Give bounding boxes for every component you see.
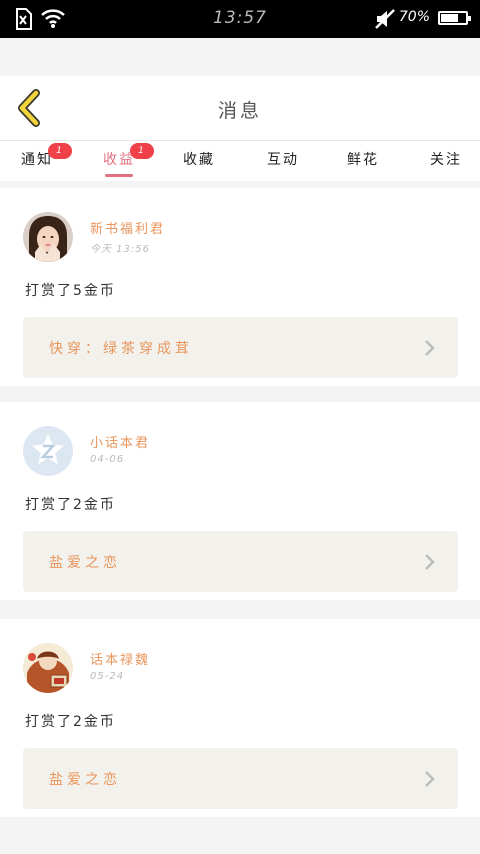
book-link[interactable]: 盐爱之恋 [23, 531, 458, 592]
active-tab-indicator [105, 174, 133, 177]
book-link[interactable]: 盐爱之恋 [23, 748, 458, 809]
message-card: 话本禄魏 05-24 打赏了2金币 盐爱之恋 [0, 619, 480, 817]
tab-interactions[interactable]: 互动 [267, 149, 299, 169]
book-link[interactable]: 快穿：绿茶穿成茸 [23, 317, 458, 378]
book-title: 盐爱之恋 [49, 772, 121, 788]
message-text: 打赏了2金币 [25, 497, 116, 513]
top-spacer [0, 38, 480, 76]
message-card: 新书福利君 今天 13:56 打赏了5金币 快穿：绿茶穿成茸 [0, 188, 480, 386]
message-time: 05-24 [90, 671, 125, 682]
tab-follows[interactable]: 关注 [430, 149, 462, 169]
tab-label: 收藏 [183, 152, 215, 168]
message-time: 今天 13:56 [90, 244, 150, 255]
sender-name[interactable]: 小话本君 [90, 432, 150, 451]
chevron-right-icon [424, 770, 436, 792]
battery-icon [438, 11, 471, 25]
tab-label: 鲜花 [347, 152, 379, 168]
tab-label: 互动 [267, 152, 299, 168]
battery-fill [441, 14, 458, 22]
message-time: 04-06 [90, 454, 125, 465]
message-text: 打赏了5金币 [25, 283, 116, 299]
tab-label: 关注 [430, 152, 462, 168]
chevron-right-icon [424, 553, 436, 575]
battery-percent: 70% [398, 9, 430, 25]
message-card: 小话本君 04-06 打赏了2金币 盐爱之恋 [0, 402, 480, 600]
book-title: 盐爱之恋 [49, 555, 121, 571]
tab-flowers[interactable]: 鲜花 [347, 149, 379, 169]
mute-icon [374, 8, 396, 34]
sender-name[interactable]: 话本禄魏 [90, 649, 150, 668]
unread-badge: 1 [130, 143, 154, 159]
message-text: 打赏了2金币 [25, 714, 116, 730]
tab-favorites[interactable]: 收藏 [183, 149, 215, 169]
status-bar: 13:57 70% [0, 0, 480, 38]
avatar[interactable] [23, 643, 73, 693]
avatar[interactable] [23, 426, 73, 476]
avatar[interactable] [23, 212, 73, 262]
chevron-right-icon [424, 339, 436, 361]
unread-badge: 1 [48, 143, 72, 159]
book-title: 快穿：绿茶穿成茸 [49, 341, 193, 357]
tab-bar: 通知 1 收益 1 收藏 互动 鲜花 关注 [0, 141, 480, 181]
tab-notifications[interactable]: 通知 1 [21, 143, 72, 169]
header-bar: 消息 [0, 76, 480, 141]
page-title: 消息 [217, 100, 262, 122]
sender-name[interactable]: 新书福利君 [90, 218, 165, 237]
tab-earnings[interactable]: 收益 1 [103, 143, 154, 177]
